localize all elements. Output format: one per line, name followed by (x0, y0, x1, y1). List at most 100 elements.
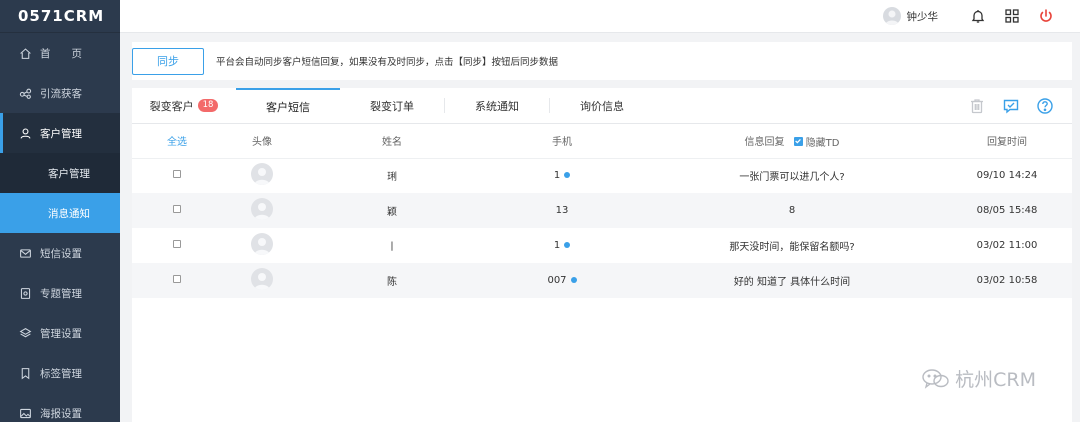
sync-bar: 同步 平台会自动同步客户短信回复，如果没有及时同步，点击【同步】按钮后同步数据 (132, 42, 1072, 80)
sync-button[interactable]: 同步 (132, 47, 204, 75)
phone-cell: 13 (482, 193, 642, 228)
power-icon[interactable] (1038, 8, 1054, 24)
sidebar: 0571CRM 首 页 引流获客 客户管理 客户管理 消息通知 短信设置 专题管… (0, 0, 120, 422)
reply-cell: 8 (788, 205, 796, 216)
grid-icon[interactable] (1004, 8, 1020, 24)
tab-customer-sms[interactable]: 客户短信 (236, 88, 340, 123)
share-icon (18, 86, 32, 100)
phone-cell: 1 (482, 228, 642, 263)
name-cell: 颖 (387, 207, 397, 218)
reply-cell: 那天没时间，能保留名额吗? (729, 242, 855, 253)
reply-cell: 好的 知道了 具体什么时间 (733, 277, 851, 288)
home-icon (18, 46, 32, 60)
divider (132, 80, 1072, 88)
name-cell: 陈 (387, 277, 397, 288)
mail-icon (18, 246, 32, 260)
tab-bar: 裂变客户 18 客户短信 裂变订单 系统通知 询价信息 (132, 88, 1072, 124)
watermark-text: 杭州CRM (955, 369, 1036, 391)
avatar (882, 7, 901, 25)
row-checkbox[interactable] (173, 205, 181, 213)
sidebar-item-tags[interactable]: 标签管理 (0, 353, 120, 393)
bell-icon[interactable] (970, 8, 986, 24)
sidebar-subitem-customer-management[interactable]: 客户管理 (0, 153, 120, 193)
sidebar-item-label: 首 页 (40, 47, 82, 60)
tab-system-notifications[interactable]: 系统通知 (445, 88, 549, 123)
phone-cell: 007 (482, 263, 642, 298)
message-check-icon[interactable] (1002, 97, 1020, 115)
avatar-cell (222, 263, 302, 298)
row-checkbox-cell (132, 193, 222, 228)
tab-fission-orders[interactable]: 裂变订单 (340, 88, 444, 123)
time-cell: 03/02 11:00 (976, 240, 1038, 251)
column-header-name: 姓名 (302, 124, 482, 159)
sidebar-item-customers[interactable]: 客户管理 (0, 113, 120, 153)
count-badge: 18 (197, 99, 219, 112)
column-header-avatar: 头像 (222, 124, 302, 159)
sidebar-item-management[interactable]: 管理设置 (0, 313, 120, 353)
phone-text: 007 (547, 275, 567, 286)
row-checkbox[interactable] (173, 275, 181, 283)
phone-text: 1 (553, 170, 561, 182)
time-cell: 08/05 15:48 (976, 205, 1038, 216)
sidebar-item-label: 海报设置 (40, 407, 82, 420)
time-cell: 03/02 10:58 (976, 275, 1038, 286)
table-row[interactable]: 丨 1 那天没时间，能保留名额吗? 03/02 11:00 (132, 228, 1072, 263)
sidebar-item-traffic[interactable]: 引流获客 (0, 73, 120, 113)
user-icon (18, 126, 32, 140)
main-panel: 同步 平台会自动同步客户短信回复，如果没有及时同步，点击【同步】按钮后同步数据 … (132, 42, 1072, 422)
row-checkbox-cell (132, 263, 222, 298)
sidebar-item-topics[interactable]: 专题管理 (0, 273, 120, 313)
column-header-time: 回复时间 (942, 124, 1072, 159)
sms-table: 全选 头像 姓名 手机 信息回复 隐藏TD 回复时间 琍 1 一张门票可以进几个… (132, 124, 1072, 298)
top-header: 钟少华 (120, 0, 1080, 33)
sidebar-item-sms-settings[interactable]: 短信设置 (0, 233, 120, 273)
row-checkbox-cell (132, 158, 222, 193)
table-row[interactable]: 陈 007 好的 知道了 具体什么时间 03/02 10:58 (132, 263, 1072, 298)
avatar-cell (222, 158, 302, 193)
watermark: 杭州CRM (921, 365, 1036, 392)
column-header-reply: 信息回复 隐藏TD (642, 124, 942, 159)
tag-icon (18, 366, 32, 380)
app-logo[interactable]: 0571CRM (0, 0, 120, 33)
sync-note: 平台会自动同步客户短信回复，如果没有及时同步，点击【同步】按钮后同步数据 (216, 57, 559, 68)
table-row[interactable]: 颖 13 8 08/05 15:48 (132, 193, 1072, 228)
trash-icon[interactable] (968, 97, 986, 115)
hide-td-checkbox[interactable]: 隐藏TD (793, 134, 840, 149)
table-row[interactable]: 琍 1 一张门票可以进几个人? 09/10 14:24 (132, 158, 1072, 193)
status-dot (564, 172, 571, 179)
username: 钟少华 (906, 10, 939, 23)
name-cell: 丨 (387, 242, 397, 253)
sidebar-item-label: 专题管理 (40, 287, 82, 300)
avatar-cell (222, 193, 302, 228)
row-checkbox[interactable] (173, 240, 181, 248)
book-icon (18, 286, 32, 300)
user-menu[interactable]: 钟少华 (882, 7, 939, 25)
column-header-phone: 手机 (482, 124, 642, 159)
time-cell: 09/10 14:24 (976, 170, 1038, 182)
status-dot (570, 277, 577, 283)
status-dot (564, 242, 571, 248)
sidebar-item-label: 标签管理 (40, 367, 82, 380)
sidebar-item-posters[interactable]: 海报设置 (0, 393, 120, 422)
tab-tools (952, 88, 1054, 124)
avatar (251, 268, 273, 290)
sidebar-item-label: 引流获客 (40, 87, 82, 100)
hide-td-label: 隐藏TD (805, 137, 840, 149)
tab-label: 裂变客户 (149, 99, 194, 113)
reply-cell: 一张门票可以进几个人? (739, 172, 845, 184)
tab-inquiries[interactable]: 询价信息 (550, 88, 654, 123)
row-checkbox[interactable] (173, 170, 181, 179)
sidebar-item-label: 客户管理 (40, 127, 82, 140)
image-icon (18, 406, 32, 420)
row-checkbox-cell (132, 228, 222, 263)
sidebar-subitem-notifications[interactable]: 消息通知 (0, 193, 120, 233)
table-header-row: 全选 头像 姓名 手机 信息回复 隐藏TD 回复时间 (132, 124, 1072, 159)
avatar (251, 163, 273, 186)
phone-text: 1 (553, 240, 561, 251)
tab-fission-customers[interactable]: 裂变客户 18 (132, 88, 236, 123)
phone-text: 13 (555, 205, 569, 216)
layers-icon (18, 326, 32, 340)
select-all-button[interactable]: 全选 (132, 124, 222, 159)
sidebar-item-home[interactable]: 首 页 (0, 33, 120, 73)
help-icon[interactable] (1036, 97, 1054, 115)
